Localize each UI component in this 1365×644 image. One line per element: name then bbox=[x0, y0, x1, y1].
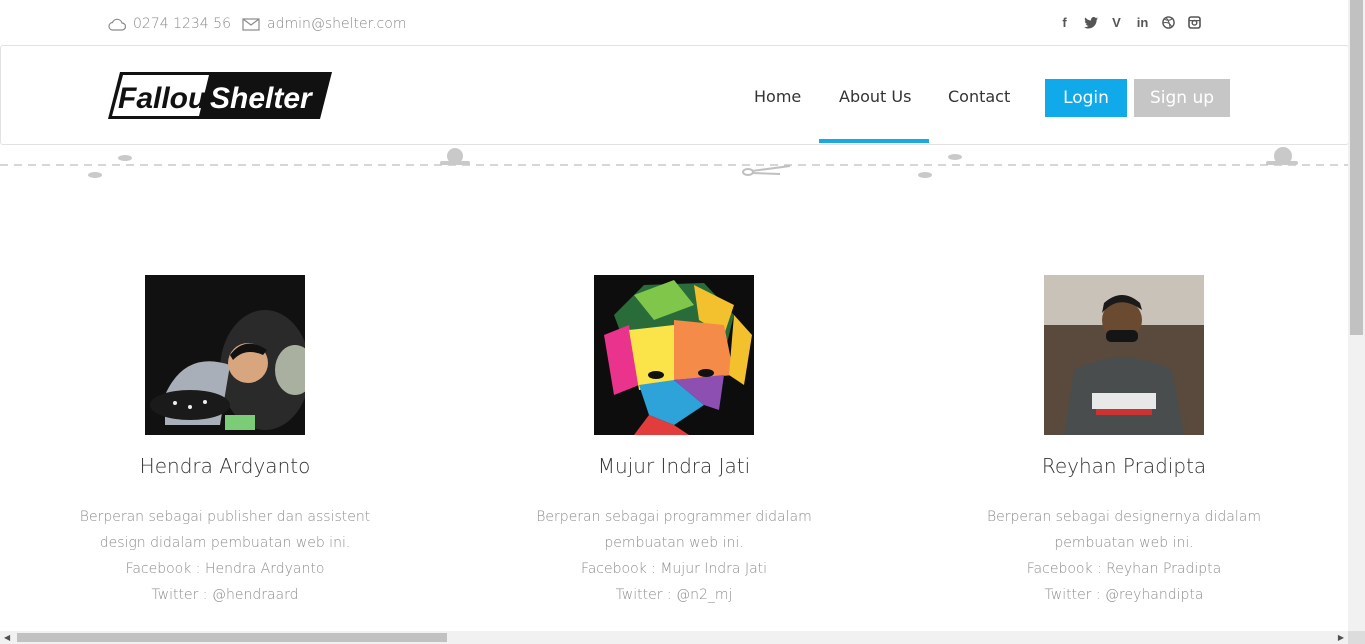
member-description: Berperan sebagai publisher dan assistent… bbox=[79, 509, 371, 551]
member-facebook: Facebook : Reyhan Pradipta bbox=[1026, 561, 1222, 577]
nav-active-indicator bbox=[819, 139, 929, 143]
footprints-icon bbox=[88, 155, 132, 178]
vine-icon[interactable]: V bbox=[1109, 15, 1124, 30]
nav-contact[interactable]: Contact bbox=[948, 87, 1010, 106]
snail-icon-2 bbox=[1266, 147, 1298, 165]
scrollbar-corner bbox=[1348, 631, 1365, 644]
signup-button[interactable]: Sign up bbox=[1134, 79, 1230, 117]
team-member-card: Reyhan Pradipta Berperan sebagai designe… bbox=[944, 275, 1304, 608]
member-photo bbox=[594, 275, 754, 435]
twitter-icon[interactable] bbox=[1083, 15, 1098, 30]
member-name: Hendra Ardyanto bbox=[139, 454, 311, 478]
snail-icon bbox=[440, 148, 470, 165]
footprints-icon-2 bbox=[918, 154, 962, 178]
member-twitter: Twitter : @reyhandipta bbox=[1044, 587, 1204, 603]
member-photo bbox=[145, 275, 305, 435]
horizontal-scroll-thumb[interactable] bbox=[17, 633, 447, 642]
horizontal-scrollbar[interactable]: ◀ ▶ bbox=[0, 631, 1348, 644]
top-info-bar: 0274 1234 56 admin@shelter.com f V in bbox=[0, 0, 1349, 46]
instagram-icon[interactable] bbox=[1187, 15, 1202, 30]
member-description: Berperan sebagai programmer didalam pemb… bbox=[536, 509, 812, 551]
member-twitter: Twitter : @n2_mj bbox=[615, 587, 733, 603]
vertical-scrollbar[interactable] bbox=[1348, 0, 1365, 631]
member-photo bbox=[1044, 275, 1204, 435]
facebook-icon[interactable]: f bbox=[1057, 15, 1072, 30]
login-button[interactable]: Login bbox=[1045, 79, 1127, 117]
site-logo[interactable]: Fallout Shelter bbox=[106, 71, 334, 121]
phone-contact: 0274 1234 56 bbox=[108, 14, 231, 34]
nav-about-us[interactable]: About Us bbox=[839, 87, 911, 106]
scroll-left-arrow-icon[interactable]: ◀ bbox=[4, 633, 10, 642]
team-member-card: Hendra Ardyanto Berperan sebagai publish… bbox=[45, 275, 405, 608]
main-navbar: Fallout Shelter Home About Us Contact Lo… bbox=[0, 45, 1349, 145]
member-name: Mujur Indra Jati bbox=[597, 454, 751, 478]
phone-number: 0274 1234 56 bbox=[133, 16, 231, 32]
vertical-scroll-thumb[interactable] bbox=[1350, 0, 1363, 335]
dribbble-icon[interactable] bbox=[1161, 15, 1176, 30]
linkedin-icon[interactable]: in bbox=[1135, 15, 1150, 30]
logo-text-fallout: Fallout bbox=[118, 82, 218, 115]
email-contact: admin@shelter.com bbox=[242, 14, 406, 34]
member-facebook: Facebook : Hendra Ardyanto bbox=[125, 561, 325, 577]
decorative-divider bbox=[0, 144, 1349, 184]
scroll-right-arrow-icon[interactable]: ▶ bbox=[1338, 633, 1344, 642]
email-address: admin@shelter.com bbox=[267, 16, 407, 32]
social-links: f V in bbox=[1057, 15, 1202, 30]
cloud-icon bbox=[108, 18, 126, 31]
logo-text-shelter: Shelter bbox=[210, 82, 314, 115]
team-member-card: Mujur Indra Jati Berperan sebagai progra… bbox=[494, 275, 854, 608]
member-twitter: Twitter : @hendraard bbox=[151, 587, 299, 603]
envelope-icon bbox=[242, 17, 260, 31]
nav-home[interactable]: Home bbox=[754, 87, 801, 106]
member-name: Reyhan Pradipta bbox=[1041, 454, 1207, 478]
scissors-icon bbox=[742, 165, 791, 176]
member-facebook: Facebook : Mujur Indra Jati bbox=[580, 561, 768, 577]
member-description: Berperan sebagai designernya didalam pem… bbox=[986, 509, 1261, 551]
